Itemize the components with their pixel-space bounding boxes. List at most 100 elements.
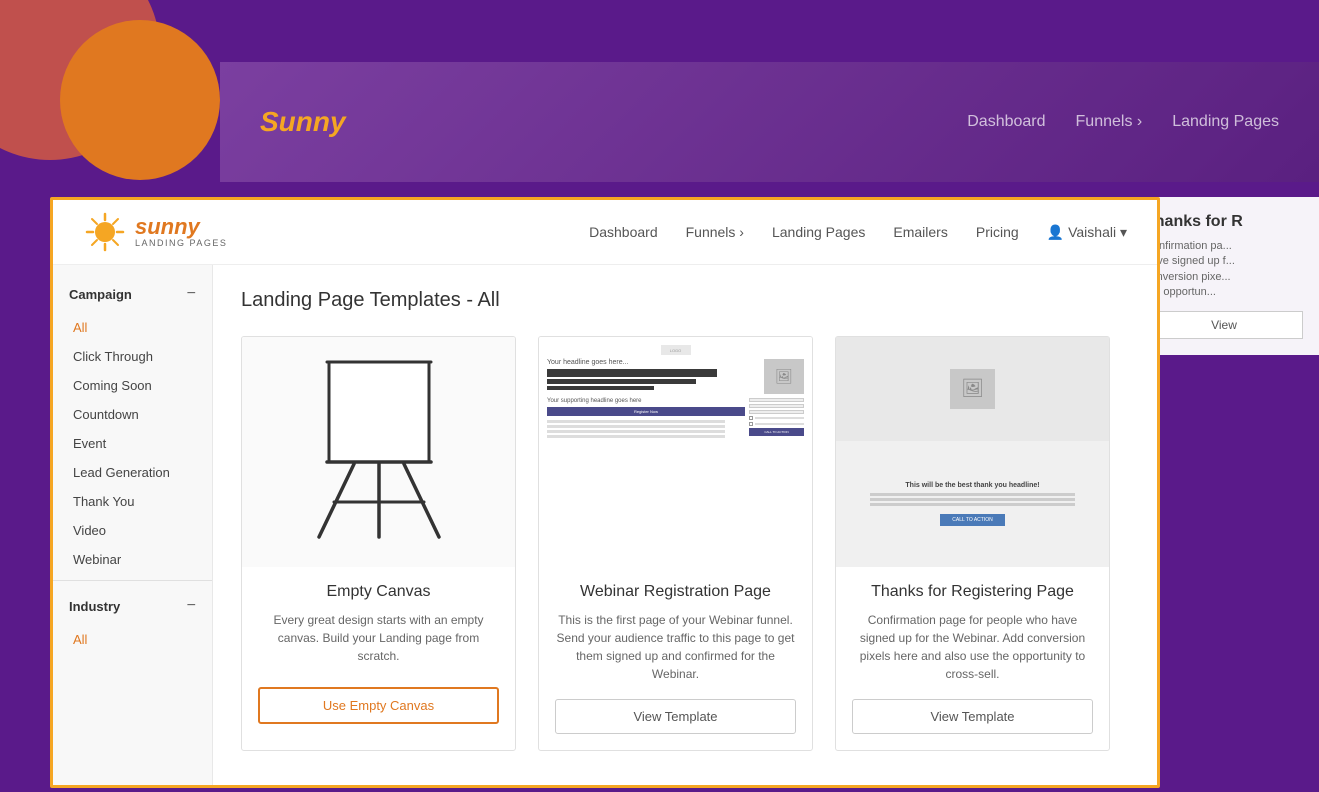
wp-checkbox1: [749, 416, 753, 420]
wp-supporting: Your supporting headline goes here Regis…: [547, 398, 745, 440]
partial-text: Confirmation pa...have signed up f...con…: [1145, 239, 1303, 301]
industry-label: Industry: [69, 599, 120, 614]
use-empty-canvas-button[interactable]: Use Empty Canvas: [258, 687, 499, 724]
sidebar-item-thank-you[interactable]: Thank You: [53, 487, 212, 516]
modal-logo-sub: LANDING PAGES: [135, 239, 227, 249]
tp-headline: This will be the best thank you headline…: [905, 482, 1039, 489]
template-card-thanks: 🖼 This will be the best thank you headli…: [835, 336, 1110, 751]
tp-image-icon: 🖼: [961, 378, 984, 399]
sun-icon: [83, 210, 127, 254]
webinar-mockup: LOGO Your headline goes here... 🖼: [539, 337, 812, 567]
modal-logo: sunny LANDING PAGES: [83, 210, 227, 254]
bg-nav-funnels: Funnels ›: [1076, 113, 1143, 131]
nav-emailers[interactable]: Emailers: [893, 224, 947, 240]
wp-image: 🖼: [764, 359, 804, 394]
wp-line4: [547, 435, 725, 438]
tp-line3: [870, 503, 1076, 506]
tp-line1: [870, 493, 1076, 496]
webinar-info: Webinar Registration Page This is the fi…: [539, 567, 812, 750]
image-placeholder-icon: 🖼: [775, 368, 793, 385]
content-area: Landing Page Templates - All: [213, 265, 1157, 785]
empty-canvas-desc: Every great design starts with an empty …: [258, 611, 499, 671]
user-icon: 👤: [1047, 224, 1064, 241]
nav-funnels[interactable]: Funnels ›: [686, 224, 744, 240]
sidebar-item-lead-generation[interactable]: Lead Generation: [53, 458, 212, 487]
easel-svg: [299, 352, 459, 552]
webinar-name: Webinar Registration Page: [555, 583, 796, 601]
easel-container: [242, 337, 515, 567]
nav-landing-pages[interactable]: Landing Pages: [772, 224, 865, 240]
tp-line2: [870, 498, 1076, 501]
wp-sub-text: Your supporting headline goes here: [547, 398, 745, 404]
thanks-info: Thanks for Registering Page Confirmation…: [836, 567, 1109, 750]
sidebar-item-video[interactable]: Video: [53, 516, 212, 545]
view-thanks-template-button[interactable]: View Template: [852, 699, 1093, 734]
thanks-name: Thanks for Registering Page: [852, 583, 1093, 601]
industry-collapse-icon: −: [187, 597, 196, 615]
wp-checkbox-row1: [749, 416, 804, 420]
wp-headline3: [547, 386, 654, 390]
campaign-label: Campaign: [69, 287, 132, 302]
page-title: Landing Page Templates - All: [241, 289, 1129, 312]
thanks-desc: Confirmation page for people who have si…: [852, 611, 1093, 683]
user-label: Vaishali ▾: [1068, 224, 1127, 241]
sidebar-item-all[interactable]: All: [53, 313, 212, 342]
wp-field3: [749, 410, 804, 414]
webinar-preview: LOGO Your headline goes here... 🖼: [539, 337, 812, 567]
modal-logo-sunny: sunny: [135, 215, 227, 239]
wp-line2: [547, 425, 725, 428]
tp-bottom: This will be the best thank you headline…: [836, 441, 1109, 568]
wp-checkbox-label2: [755, 423, 804, 425]
bg-nav: Sunny Dashboard Funnels › Landing Pages: [220, 62, 1319, 182]
wp-checkbox-label1: [755, 417, 804, 419]
bg-circle-orange: [60, 20, 220, 180]
wp-field1: [749, 398, 804, 402]
sidebar-industry-header[interactable]: Industry −: [53, 587, 212, 625]
wp-form: CALL TO ACTION: [749, 398, 804, 440]
sidebar-divider: [53, 580, 212, 581]
thanks-mockup: 🖼 This will be the best thank you headli…: [836, 337, 1109, 567]
wp-cta-btn: CALL TO ACTION: [749, 428, 804, 436]
wp-logo-bar: LOGO: [661, 345, 691, 355]
nav-user[interactable]: 👤 Vaishali ▾: [1047, 224, 1127, 241]
wp-checkbox-row2: [749, 422, 804, 426]
modal-nav: sunny LANDING PAGES Dashboard Funnels › …: [53, 200, 1157, 265]
sidebar-item-click-through[interactable]: Click Through: [53, 342, 212, 371]
wp-headline: [547, 369, 717, 377]
wp-field2: [749, 404, 804, 408]
template-card-webinar: LOGO Your headline goes here... 🖼: [538, 336, 813, 751]
sidebar-item-webinar[interactable]: Webinar: [53, 545, 212, 574]
webinar-desc: This is the first page of your Webinar f…: [555, 611, 796, 683]
wp-line3: [547, 430, 725, 433]
empty-canvas-info: Empty Canvas Every great design starts w…: [242, 567, 515, 740]
wp-checkbox2: [749, 422, 753, 426]
wp-header: Your headline goes here... 🖼: [547, 359, 804, 394]
wp-form-section: Your supporting headline goes here Regis…: [547, 398, 804, 440]
campaign-collapse-icon: −: [187, 285, 196, 303]
sidebar-item-industry-all[interactable]: All: [53, 625, 212, 654]
template-grid: Empty Canvas Every great design starts w…: [241, 336, 1129, 751]
view-webinar-template-button[interactable]: View Template: [555, 699, 796, 734]
wp-headline2: [547, 379, 696, 384]
wp-line1: [547, 420, 725, 423]
sidebar-campaign-header[interactable]: Campaign −: [53, 275, 212, 313]
wp-header-text: Your headline goes here...: [547, 359, 760, 394]
bg-nav-links: Dashboard Funnels › Landing Pages: [967, 113, 1279, 131]
sidebar-item-coming-soon[interactable]: Coming Soon: [53, 371, 212, 400]
nav-pricing[interactable]: Pricing: [976, 224, 1019, 240]
sidebar: Campaign − All Click Through Coming Soon…: [53, 265, 213, 785]
modal-nav-links: Dashboard Funnels › Landing Pages Emaile…: [589, 224, 1127, 241]
partial-view-btn[interactable]: View: [1145, 311, 1303, 339]
sidebar-item-countdown[interactable]: Countdown: [53, 400, 212, 429]
modal-overlay: sunny LANDING PAGES Dashboard Funnels › …: [50, 197, 1160, 788]
wp-register-btn: Register Now: [547, 407, 745, 416]
bg-nav-dashboard: Dashboard: [967, 113, 1045, 131]
sidebar-item-event[interactable]: Event: [53, 429, 212, 458]
empty-canvas-name: Empty Canvas: [258, 583, 499, 601]
thanks-preview: 🖼 This will be the best thank you headli…: [836, 337, 1109, 567]
nav-dashboard[interactable]: Dashboard: [589, 224, 658, 240]
tp-image: 🖼: [950, 369, 995, 409]
modal-body: Campaign − All Click Through Coming Soon…: [53, 265, 1157, 785]
template-card-empty-canvas: Empty Canvas Every great design starts w…: [241, 336, 516, 751]
tp-cta-btn: CALL TO ACTION: [940, 514, 1004, 526]
